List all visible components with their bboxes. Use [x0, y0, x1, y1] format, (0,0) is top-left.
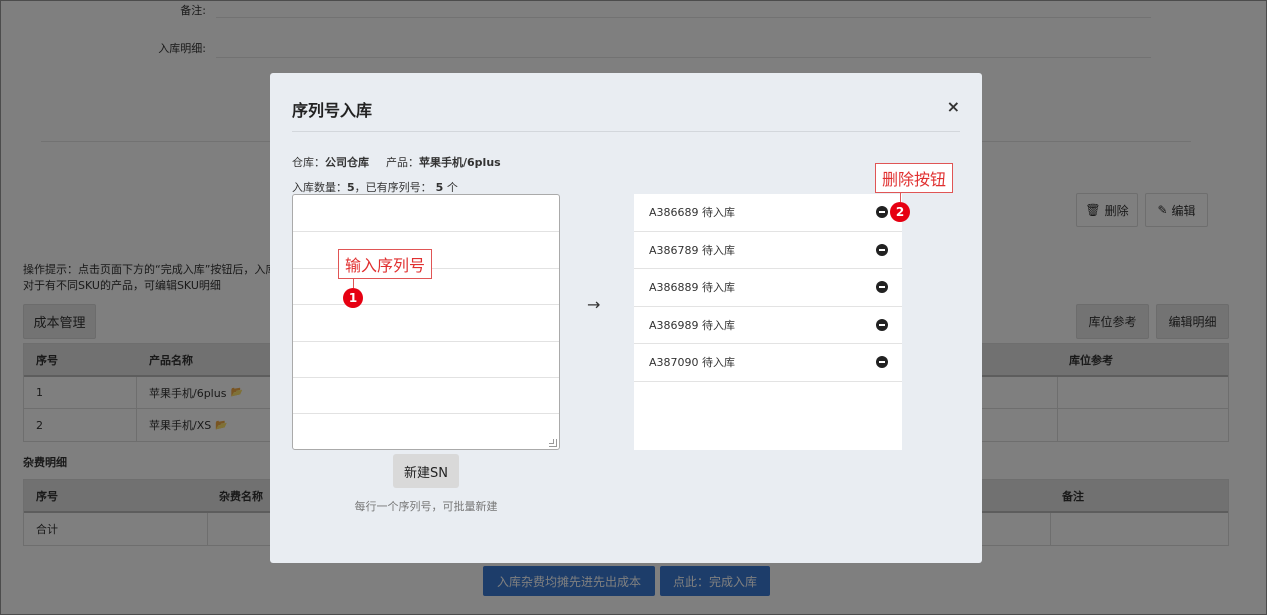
batch-note: 每行一个序列号，可批量新建	[354, 500, 498, 513]
textarea-rule	[293, 231, 559, 232]
serial-text: A386989 待入库	[649, 318, 736, 332]
modal-divider	[292, 131, 960, 132]
resize-handle[interactable]	[549, 439, 557, 447]
warehouse-label: 仓库：	[292, 156, 325, 169]
remove-icon[interactable]	[876, 318, 888, 331]
textarea-rule	[293, 341, 559, 342]
list-item: A387090 待入库	[634, 344, 902, 382]
qty-label: 入库数量：	[292, 181, 347, 194]
remove-icon[interactable]	[876, 243, 888, 256]
existing-unit: 个	[446, 181, 458, 194]
annotation-input-label: 输入序列号	[338, 249, 433, 279]
new-sn-button[interactable]: 新建SN	[393, 454, 459, 488]
product-label: 产品：	[386, 156, 419, 169]
annotation-connector	[900, 192, 901, 202]
list-item: A386989 待入库	[634, 307, 902, 344]
qty-value: 5	[347, 181, 355, 194]
serial-text: A386889 待入库	[649, 281, 736, 295]
list-item: A386789 待入库	[634, 232, 902, 269]
remove-icon[interactable]	[876, 206, 888, 219]
warehouse-product-info: 仓库：公司仓库 产品：苹果手机/6plus	[292, 154, 501, 170]
modal-title: 序列号入库	[292, 101, 373, 120]
existing-value: 5	[435, 181, 444, 194]
quantity-info: 入库数量：5，已有序列号： 5 个	[292, 179, 458, 195]
annotation-delete-label: 删除按钮	[875, 163, 954, 193]
arrow-right-icon: →	[587, 295, 601, 314]
existing-label: ，已有序列号：	[354, 181, 432, 194]
remove-icon[interactable]	[876, 356, 888, 369]
serial-inbound-modal: 序列号入库 × 仓库：公司仓库 产品：苹果手机/6plus 入库数量：5，已有序…	[270, 73, 982, 563]
serial-text: A386789 待入库	[649, 243, 736, 257]
textarea-rule	[293, 377, 559, 378]
serial-input-textarea[interactable]	[292, 194, 560, 450]
list-item: A386889 待入库	[634, 269, 902, 307]
annotation-connector	[353, 278, 354, 288]
serial-list: A386689 待入库 A386789 待入库 A386889 待入库 A386…	[634, 194, 902, 450]
textarea-rule	[293, 304, 559, 305]
annotation-marker-1: 1	[343, 288, 363, 308]
annotation-marker-2: 2	[890, 202, 910, 222]
textarea-rule	[293, 413, 559, 414]
close-icon[interactable]: ×	[947, 97, 960, 116]
remove-icon[interactable]	[876, 281, 888, 294]
serial-text: A386689 待入库	[649, 206, 736, 220]
product-value: 苹果手机/6plus	[419, 156, 501, 169]
serial-text: A387090 待入库	[649, 356, 736, 370]
warehouse-value: 公司仓库	[325, 156, 369, 169]
list-item: A386689 待入库	[634, 194, 902, 232]
